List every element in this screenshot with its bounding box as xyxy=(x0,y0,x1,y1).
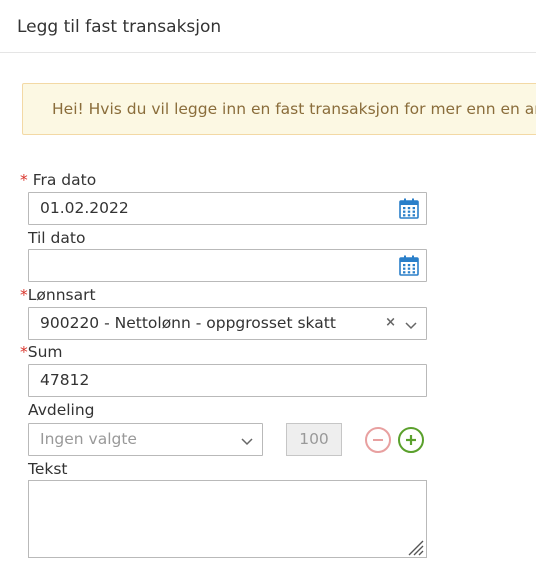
avdeling-select[interactable]: Ingen valgte xyxy=(28,423,263,456)
fra-dato-label: * Fra dato xyxy=(20,171,97,189)
fra-dato-input[interactable]: 01.02.2022 xyxy=(28,192,427,225)
fra-dato-value: 01.02.2022 xyxy=(40,199,129,217)
chevron-down-icon[interactable] xyxy=(241,433,253,446)
avdeling-label: Avdeling xyxy=(28,401,95,419)
lonnsart-value: 900220 - Nettolønn - oppgrosset skatt xyxy=(40,314,336,332)
calendar-icon[interactable] xyxy=(399,198,419,219)
info-alert: Hei! Hvis du vil legge inn en fast trans… xyxy=(22,83,536,135)
required-mark: * xyxy=(20,286,28,304)
modal-title: Legg til fast transaksjon xyxy=(17,17,222,37)
avdeling-placeholder: Ingen valgte xyxy=(40,430,137,448)
chevron-down-icon[interactable] xyxy=(405,317,417,330)
sum-input[interactable]: 47812 xyxy=(28,364,427,397)
add-button[interactable] xyxy=(398,427,424,453)
modal-header: Legg til fast transaksjon xyxy=(0,0,536,53)
remove-button[interactable] xyxy=(365,427,391,453)
til-dato-input[interactable] xyxy=(28,249,427,282)
tekst-label: Tekst xyxy=(28,460,68,478)
lonnsart-select[interactable]: 900220 - Nettolønn - oppgrosset skatt × xyxy=(28,307,427,340)
avdeling-percent-input: 100 xyxy=(286,423,342,456)
tekst-textarea[interactable] xyxy=(28,480,427,558)
required-mark: * xyxy=(20,343,28,361)
required-mark: * xyxy=(20,171,28,189)
clear-icon[interactable]: × xyxy=(385,315,396,330)
resize-handle-icon[interactable] xyxy=(406,538,424,556)
alert-text: Hei! Hvis du vil legge inn en fast trans… xyxy=(52,100,536,118)
calendar-icon[interactable] xyxy=(399,255,419,276)
sum-value: 47812 xyxy=(40,371,90,389)
lonnsart-label: *Lønnsart xyxy=(20,286,96,304)
sum-label: *Sum xyxy=(20,343,63,361)
til-dato-label: Til dato xyxy=(28,229,86,247)
